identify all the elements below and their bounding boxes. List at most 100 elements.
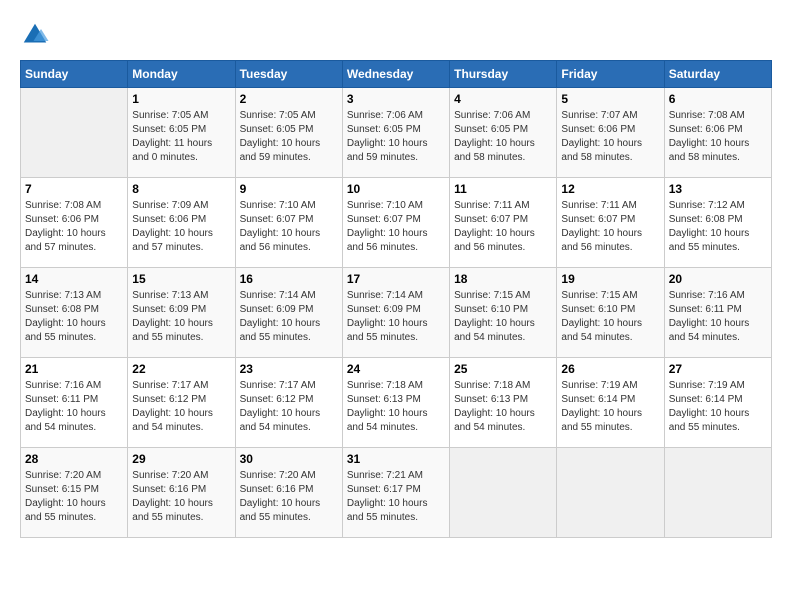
day-number: 21 <box>25 362 123 376</box>
day-info: Sunrise: 7:05 AM Sunset: 6:05 PM Dayligh… <box>240 109 338 165</box>
calendar-body: 1 Sunrise: 7:05 AM Sunset: 6:05 PM Daylig… <box>21 88 772 538</box>
day-info: Sunrise: 7:08 AM Sunset: 6:06 PM Dayligh… <box>25 199 123 255</box>
day-number: 18 <box>454 272 552 286</box>
day-info: Sunrise: 7:15 AM Sunset: 6:10 PM Dayligh… <box>454 289 552 345</box>
calendar-cell: 29Sunrise: 7:20 AM Sunset: 6:16 PM Dayli… <box>128 448 235 538</box>
calendar-cell: 12 Sunrise: 7:11 AM Sunset: 6:07 PM Dayli… <box>557 178 664 268</box>
day-number: 12 <box>561 182 659 196</box>
day-number: 13 <box>669 182 767 196</box>
calendar-week-3: 14 Sunrise: 7:13 AM Sunset: 6:08 PM Dayli… <box>21 268 772 358</box>
day-info: Sunrise: 7:19 AM Sunset: 6:14 PM Dayligh… <box>561 379 659 435</box>
calendar-cell: 13Sunrise: 7:12 AM Sunset: 6:08 PM Dayli… <box>664 178 771 268</box>
day-info: Sunrise: 7:18 AM Sunset: 6:13 PM Dayligh… <box>454 379 552 435</box>
calendar-week-2: 7 Sunrise: 7:08 AM Sunset: 6:06 PM Daylig… <box>21 178 772 268</box>
calendar-cell: 8 Sunrise: 7:09 AM Sunset: 6:06 PM Daylig… <box>128 178 235 268</box>
day-number: 4 <box>454 92 552 106</box>
calendar-cell: 16Sunrise: 7:14 AM Sunset: 6:09 PM Dayli… <box>235 268 342 358</box>
day-number: 23 <box>240 362 338 376</box>
logo <box>20 20 54 50</box>
calendar-cell: 17 Sunrise: 7:14 AM Sunset: 6:09 PM Dayli… <box>342 268 449 358</box>
calendar-cell: 21 Sunrise: 7:16 AM Sunset: 6:11 PM Dayli… <box>21 358 128 448</box>
day-info: Sunrise: 7:13 AM Sunset: 6:09 PM Dayligh… <box>132 289 230 345</box>
day-number: 9 <box>240 182 338 196</box>
day-info: Sunrise: 7:19 AM Sunset: 6:14 PM Dayligh… <box>669 379 767 435</box>
calendar-cell: 2 Sunrise: 7:05 AM Sunset: 6:05 PM Daylig… <box>235 88 342 178</box>
calendar-week-5: 28 Sunrise: 7:20 AM Sunset: 6:15 PM Dayli… <box>21 448 772 538</box>
day-number: 26 <box>561 362 659 376</box>
day-info: Sunrise: 7:05 AM Sunset: 6:05 PM Dayligh… <box>132 109 230 165</box>
day-number: 30 <box>240 452 338 466</box>
day-number: 2 <box>240 92 338 106</box>
calendar-cell: 6 Sunrise: 7:08 AM Sunset: 6:06 PM Daylig… <box>664 88 771 178</box>
day-info: Sunrise: 7:11 AM Sunset: 6:07 PM Dayligh… <box>561 199 659 255</box>
calendar-cell: 25 Sunrise: 7:18 AM Sunset: 6:13 PM Dayli… <box>450 358 557 448</box>
day-info: Sunrise: 7:08 AM Sunset: 6:06 PM Dayligh… <box>669 109 767 165</box>
calendar-cell <box>21 88 128 178</box>
day-info: Sunrise: 7:16 AM Sunset: 6:11 PM Dayligh… <box>669 289 767 345</box>
calendar-cell: 28 Sunrise: 7:20 AM Sunset: 6:15 PM Dayli… <box>21 448 128 538</box>
calendar-cell: 22Sunrise: 7:17 AM Sunset: 6:12 PM Dayli… <box>128 358 235 448</box>
day-number: 20 <box>669 272 767 286</box>
day-number: 24 <box>347 362 445 376</box>
day-number: 25 <box>454 362 552 376</box>
day-number: 10 <box>347 182 445 196</box>
day-number: 1 <box>132 92 230 106</box>
column-header-monday: Monday <box>128 61 235 88</box>
calendar-cell: 23 Sunrise: 7:17 AM Sunset: 6:12 PM Dayli… <box>235 358 342 448</box>
calendar-cell: 26 Sunrise: 7:19 AM Sunset: 6:14 PM Dayli… <box>557 358 664 448</box>
column-header-tuesday: Tuesday <box>235 61 342 88</box>
day-info: Sunrise: 7:17 AM Sunset: 6:12 PM Dayligh… <box>240 379 338 435</box>
day-number: 6 <box>669 92 767 106</box>
day-number: 28 <box>25 452 123 466</box>
calendar-cell: 18 Sunrise: 7:15 AM Sunset: 6:10 PM Dayli… <box>450 268 557 358</box>
day-info: Sunrise: 7:10 AM Sunset: 6:07 PM Dayligh… <box>240 199 338 255</box>
day-info: Sunrise: 7:20 AM Sunset: 6:15 PM Dayligh… <box>25 469 123 525</box>
day-info: Sunrise: 7:06 AM Sunset: 6:05 PM Dayligh… <box>347 109 445 165</box>
calendar-cell: 30 Sunrise: 7:20 AM Sunset: 6:16 PM Dayli… <box>235 448 342 538</box>
calendar-cell: 9 Sunrise: 7:10 AM Sunset: 6:07 PM Daylig… <box>235 178 342 268</box>
calendar-header: SundayMondayTuesdayWednesdayThursdayFrid… <box>21 61 772 88</box>
day-number: 7 <box>25 182 123 196</box>
calendar-week-1: 1 Sunrise: 7:05 AM Sunset: 6:05 PM Daylig… <box>21 88 772 178</box>
calendar-cell <box>450 448 557 538</box>
day-info: Sunrise: 7:20 AM Sunset: 6:16 PM Dayligh… <box>240 469 338 525</box>
calendar-cell: 20 Sunrise: 7:16 AM Sunset: 6:11 PM Dayli… <box>664 268 771 358</box>
day-number: 19 <box>561 272 659 286</box>
calendar-cell: 19Sunrise: 7:15 AM Sunset: 6:10 PM Dayli… <box>557 268 664 358</box>
calendar-cell: 14 Sunrise: 7:13 AM Sunset: 6:08 PM Dayli… <box>21 268 128 358</box>
page-header <box>20 20 772 50</box>
calendar-cell: 7 Sunrise: 7:08 AM Sunset: 6:06 PM Daylig… <box>21 178 128 268</box>
day-number: 27 <box>669 362 767 376</box>
column-header-sunday: Sunday <box>21 61 128 88</box>
calendar-cell: 4 Sunrise: 7:06 AM Sunset: 6:05 PM Daylig… <box>450 88 557 178</box>
day-info: Sunrise: 7:14 AM Sunset: 6:09 PM Dayligh… <box>347 289 445 345</box>
calendar-cell: 10 Sunrise: 7:10 AM Sunset: 6:07 PM Dayli… <box>342 178 449 268</box>
day-number: 3 <box>347 92 445 106</box>
day-info: Sunrise: 7:18 AM Sunset: 6:13 PM Dayligh… <box>347 379 445 435</box>
column-header-wednesday: Wednesday <box>342 61 449 88</box>
day-info: Sunrise: 7:09 AM Sunset: 6:06 PM Dayligh… <box>132 199 230 255</box>
day-info: Sunrise: 7:07 AM Sunset: 6:06 PM Dayligh… <box>561 109 659 165</box>
calendar-cell: 11Sunrise: 7:11 AM Sunset: 6:07 PM Dayli… <box>450 178 557 268</box>
day-info: Sunrise: 7:10 AM Sunset: 6:07 PM Dayligh… <box>347 199 445 255</box>
day-number: 22 <box>132 362 230 376</box>
calendar-cell: 3 Sunrise: 7:06 AM Sunset: 6:05 PM Daylig… <box>342 88 449 178</box>
column-header-friday: Friday <box>557 61 664 88</box>
day-number: 14 <box>25 272 123 286</box>
calendar-week-4: 21 Sunrise: 7:16 AM Sunset: 6:11 PM Dayli… <box>21 358 772 448</box>
calendar-cell: 1 Sunrise: 7:05 AM Sunset: 6:05 PM Daylig… <box>128 88 235 178</box>
day-number: 8 <box>132 182 230 196</box>
day-number: 15 <box>132 272 230 286</box>
day-number: 16 <box>240 272 338 286</box>
calendar-cell: 27 Sunrise: 7:19 AM Sunset: 6:14 PM Dayli… <box>664 358 771 448</box>
day-number: 31 <box>347 452 445 466</box>
day-info: Sunrise: 7:21 AM Sunset: 6:17 PM Dayligh… <box>347 469 445 525</box>
day-number: 17 <box>347 272 445 286</box>
day-info: Sunrise: 7:13 AM Sunset: 6:08 PM Dayligh… <box>25 289 123 345</box>
header-row: SundayMondayTuesdayWednesdayThursdayFrid… <box>21 61 772 88</box>
calendar-table: SundayMondayTuesdayWednesdayThursdayFrid… <box>20 60 772 538</box>
day-info: Sunrise: 7:06 AM Sunset: 6:05 PM Dayligh… <box>454 109 552 165</box>
calendar-cell: 15 Sunrise: 7:13 AM Sunset: 6:09 PM Dayli… <box>128 268 235 358</box>
day-info: Sunrise: 7:11 AM Sunset: 6:07 PM Dayligh… <box>454 199 552 255</box>
day-info: Sunrise: 7:16 AM Sunset: 6:11 PM Dayligh… <box>25 379 123 435</box>
